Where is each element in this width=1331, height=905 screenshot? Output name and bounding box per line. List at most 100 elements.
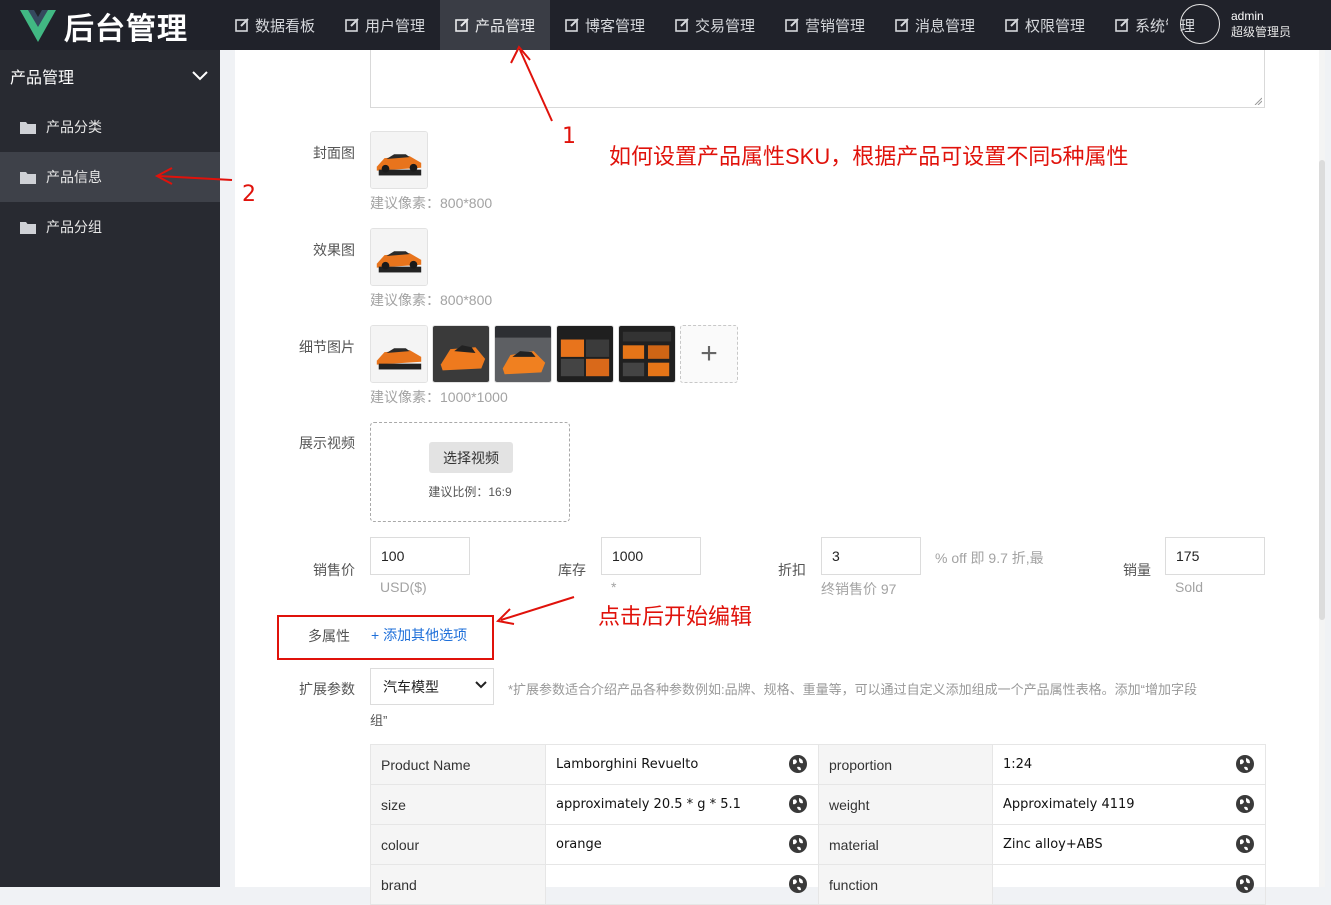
edit-icon [785, 18, 799, 32]
chevron-down-icon [192, 71, 208, 81]
ext-params-hint-wrap: 组” [370, 713, 388, 728]
sidebar-item-label: 产品信息 [46, 169, 102, 185]
param-value-cell[interactable] [992, 864, 1266, 905]
nav-item-marketing[interactable]: 营销管理 [770, 0, 880, 50]
car-image-icon [495, 326, 551, 382]
param-key: material [818, 824, 993, 865]
globe-icon[interactable] [788, 754, 808, 774]
scrollbar-thumb[interactable] [1319, 160, 1325, 620]
detail-label: 细节图片 [299, 339, 355, 355]
param-key: size [370, 784, 546, 825]
param-value-cell[interactable]: approximately 20.5 * g * 5.1 [545, 784, 819, 825]
vue-logo-icon [20, 10, 56, 42]
nav-item-messages[interactable]: 消息管理 [880, 0, 990, 50]
nav-item-blog[interactable]: 博客管理 [550, 0, 660, 50]
edit-icon [565, 18, 579, 32]
effect-image[interactable] [370, 228, 428, 286]
sidebar-item-categories[interactable]: 产品分类 [0, 102, 220, 152]
edit-icon [455, 18, 469, 32]
app-title: 后台管理 [64, 12, 188, 47]
car-image-icon [619, 326, 675, 382]
nav-item-dashboard[interactable]: 数据看板 [220, 0, 330, 50]
cover-hint: 建议像素：800*800 [370, 195, 493, 211]
param-key: Product Name [370, 744, 546, 785]
detail-image-1[interactable] [370, 325, 428, 383]
add-detail-image-button[interactable]: + [680, 325, 738, 383]
sales-input[interactable]: 175 [1165, 537, 1265, 575]
table-row: brand function [370, 864, 1266, 905]
ext-params-label: 扩展参数 [299, 681, 355, 697]
chevron-down-icon [475, 681, 487, 689]
detail-hint: 建议像素：1000*1000 [370, 389, 508, 405]
detail-image-2[interactable] [432, 325, 490, 383]
sidebar: 产品管理 产品分类 产品信息 产品分组 [0, 50, 220, 887]
globe-icon[interactable] [1235, 874, 1255, 894]
stock-input[interactable]: 1000 [601, 537, 701, 575]
annotation-number-1: 1 [562, 124, 576, 149]
description-textarea[interactable] [370, 50, 1265, 108]
param-value-cell[interactable]: Approximately 4119 [992, 784, 1266, 825]
top-bar: 后台管理 数据看板 用户管理 产品管理 博客管理 交易管理 营销管理 消息管理 … [0, 0, 1331, 50]
nav-item-permissions[interactable]: 权限管理 [990, 0, 1100, 50]
price-input[interactable]: 100 [370, 537, 470, 575]
param-value: approximately 20.5 * g * 5.1 [556, 797, 741, 812]
scrollbar[interactable] [1319, 50, 1325, 887]
param-key: brand [370, 864, 546, 905]
sidebar-item-product-info[interactable]: 产品信息 [0, 152, 220, 202]
sidebar-item-label: 产品分组 [46, 219, 102, 235]
nav-item-trade[interactable]: 交易管理 [660, 0, 770, 50]
globe-icon[interactable] [788, 874, 808, 894]
user-menu[interactable]: admin 超级管理员 [1180, 4, 1291, 44]
user-info: admin 超级管理员 [1231, 8, 1291, 40]
video-label: 展示视频 [299, 435, 355, 451]
cover-image[interactable] [370, 131, 428, 189]
ext-params-select-value: 汽车模型 [383, 678, 439, 695]
sales-unit: Sold [1175, 579, 1204, 595]
select-video-button[interactable]: 选择视频 [429, 442, 513, 473]
param-value-cell[interactable]: Zinc alloy+ABS [992, 824, 1266, 865]
globe-icon[interactable] [788, 794, 808, 814]
globe-icon[interactable] [788, 834, 808, 854]
param-value-cell[interactable]: Lamborghini Revuelto [545, 744, 819, 785]
edit-icon [235, 18, 249, 32]
price-label: 销售价 [313, 562, 355, 578]
globe-icon[interactable] [1235, 794, 1255, 814]
car-image-icon [433, 326, 489, 382]
param-value: Approximately 4119 [1003, 797, 1135, 812]
sidebar-item-groups[interactable]: 产品分组 [0, 202, 220, 252]
param-key: colour [370, 824, 546, 865]
avatar[interactable] [1180, 4, 1220, 44]
ext-params-select[interactable]: 汽车模型 [370, 668, 494, 705]
table-row: Product Name Lamborghini Revuelto propor… [370, 744, 1266, 785]
car-image-icon [371, 229, 427, 285]
nav-item-products[interactable]: 产品管理 [440, 0, 550, 50]
table-row: colour orange material Zinc alloy+ABS [370, 824, 1266, 865]
param-key: proportion [818, 744, 993, 785]
nav-item-users[interactable]: 用户管理 [330, 0, 440, 50]
folder-icon [20, 221, 36, 234]
folder-icon [20, 121, 36, 134]
edit-icon [895, 18, 909, 32]
edit-icon [345, 18, 359, 32]
detail-image-4[interactable] [556, 325, 614, 383]
resize-grip-icon[interactable] [1254, 97, 1262, 105]
app-logo[interactable]: 后台管理 [18, 6, 188, 47]
globe-icon[interactable] [1235, 834, 1255, 854]
detail-image-5[interactable] [618, 325, 676, 383]
discount-input[interactable]: 3 [821, 537, 921, 575]
car-image-icon [371, 326, 427, 382]
car-image-icon [557, 326, 613, 382]
discount-final-price: 终销售价 97 [821, 581, 897, 597]
discount-hint: % off 即 9.7 折,最 [935, 550, 1044, 566]
param-key: weight [818, 784, 993, 825]
param-value-cell[interactable]: orange [545, 824, 819, 865]
price-unit: USD($) [380, 579, 427, 595]
sidebar-group-products[interactable]: 产品管理 [0, 50, 220, 102]
param-value-cell[interactable]: 1:24 [992, 744, 1266, 785]
table-row: size approximately 20.5 * g * 5.1 weight… [370, 784, 1266, 825]
detail-image-3[interactable] [494, 325, 552, 383]
annotation-edit-note: 点击后开始编辑 [598, 604, 753, 629]
param-value-cell[interactable] [545, 864, 819, 905]
video-upload-area[interactable]: 选择视频 建议比例：16:9 [370, 422, 570, 522]
globe-icon[interactable] [1235, 754, 1255, 774]
